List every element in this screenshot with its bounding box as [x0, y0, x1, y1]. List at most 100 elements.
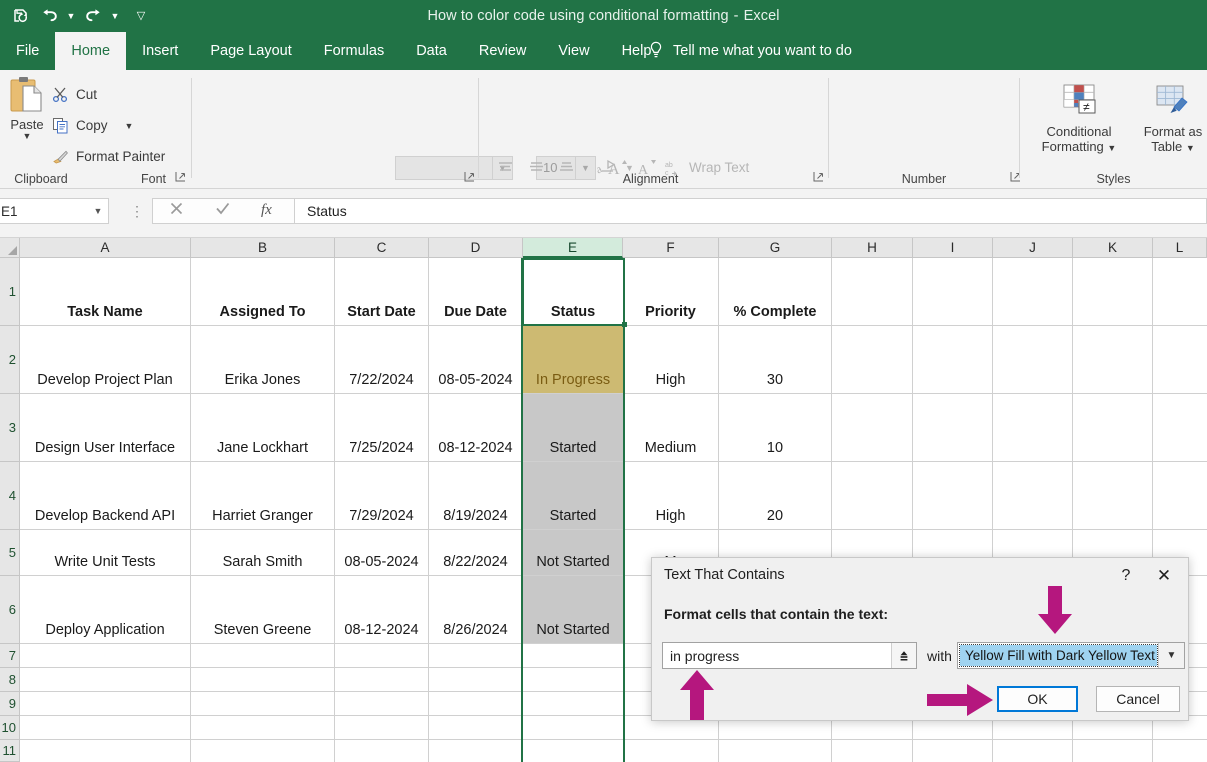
cell-f1[interactable]: Priority: [623, 258, 719, 326]
tab-review[interactable]: Review: [463, 32, 543, 70]
column-header-i[interactable]: I: [913, 238, 993, 258]
collapse-dialog-icon[interactable]: [891, 643, 916, 668]
row-header-10[interactable]: 10: [0, 716, 20, 740]
row-header-8[interactable]: 8: [0, 668, 20, 692]
cell-e5[interactable]: Not Started: [523, 530, 623, 576]
tab-page-layout[interactable]: Page Layout: [194, 32, 307, 70]
cell-d6[interactable]: 8/26/2024: [429, 576, 523, 644]
cell-g1[interactable]: % Complete: [719, 258, 832, 326]
cancel-button[interactable]: Cancel: [1096, 686, 1180, 712]
text-criteria-input[interactable]: in progress: [662, 642, 917, 669]
cell-c4[interactable]: 7/29/2024: [335, 462, 429, 530]
column-header-f[interactable]: F: [623, 238, 719, 258]
format-style-combobox[interactable]: Yellow Fill with Dark Yellow Text ▼: [957, 642, 1185, 669]
formula-bar-grip[interactable]: ⋮: [130, 203, 142, 219]
cell-d2[interactable]: 08-05-2024: [429, 326, 523, 394]
tab-insert[interactable]: Insert: [126, 32, 194, 70]
cell-a4[interactable]: Develop Backend API: [20, 462, 191, 530]
row-header-6[interactable]: 6: [0, 576, 20, 644]
paste-button[interactable]: Paste ▼: [4, 76, 50, 140]
cell-a5[interactable]: Write Unit Tests: [20, 530, 191, 576]
insert-function-icon[interactable]: fx: [260, 200, 280, 223]
cell-b2[interactable]: Erika Jones: [191, 326, 335, 394]
cell-e3[interactable]: Started: [523, 394, 623, 462]
cell-b3[interactable]: Jane Lockhart: [191, 394, 335, 462]
cell-d4[interactable]: 8/19/2024: [429, 462, 523, 530]
ok-button[interactable]: OK: [997, 686, 1078, 712]
cell-g3[interactable]: 10: [719, 394, 832, 462]
column-header-c[interactable]: C: [335, 238, 429, 258]
cell-e6[interactable]: Not Started: [523, 576, 623, 644]
cell-b6[interactable]: Steven Greene: [191, 576, 335, 644]
cell-c2[interactable]: 7/22/2024: [335, 326, 429, 394]
cut-button[interactable]: Cut: [52, 86, 97, 103]
cell-a1[interactable]: Task Name: [20, 258, 191, 326]
enter-icon[interactable]: [214, 200, 231, 222]
cell-e2[interactable]: In Progress: [523, 326, 623, 394]
cell-f3[interactable]: Medium: [623, 394, 719, 462]
format-as-table-chevron-down-icon[interactable]: ▼: [1186, 143, 1195, 153]
row-header-2[interactable]: 2: [0, 326, 20, 394]
cell-b4[interactable]: Harriet Granger: [191, 462, 335, 530]
cell-a2[interactable]: Develop Project Plan: [20, 326, 191, 394]
column-header-j[interactable]: J: [993, 238, 1073, 258]
cell-g4[interactable]: 20: [719, 462, 832, 530]
cell-f4[interactable]: High: [623, 462, 719, 530]
conditional-formatting-chevron-down-icon[interactable]: ▼: [1107, 143, 1116, 153]
column-header-e[interactable]: E: [523, 238, 623, 258]
cell-b1[interactable]: Assigned To: [191, 258, 335, 326]
cell-c6[interactable]: 08-12-2024: [335, 576, 429, 644]
select-all-corner[interactable]: [0, 238, 20, 258]
cell-c3[interactable]: 7/25/2024: [335, 394, 429, 462]
fill-handle[interactable]: [622, 322, 627, 327]
tab-file[interactable]: File: [0, 32, 55, 70]
column-header-h[interactable]: H: [832, 238, 913, 258]
copy-chevron-down-icon[interactable]: ▼: [125, 121, 134, 131]
name-box-chevron-down-icon[interactable]: ▼: [88, 206, 108, 216]
customize-qat-icon[interactable]: ▽: [134, 3, 148, 29]
column-header-l[interactable]: L: [1153, 238, 1207, 258]
cell-d3[interactable]: 08-12-2024: [429, 394, 523, 462]
tab-home[interactable]: Home: [55, 32, 126, 70]
cell-c5[interactable]: 08-05-2024: [335, 530, 429, 576]
conditional-formatting-button[interactable]: ≠ Conditional Formatting ▼: [1033, 80, 1125, 156]
cell-a6[interactable]: Deploy Application: [20, 576, 191, 644]
row-header-5[interactable]: 5: [0, 530, 20, 576]
save-icon[interactable]: [8, 3, 34, 29]
cancel-icon[interactable]: [168, 200, 185, 222]
cell-a3[interactable]: Design User Interface: [20, 394, 191, 462]
tab-data[interactable]: Data: [400, 32, 463, 70]
format-style-chevron-down-icon[interactable]: ▼: [1158, 643, 1184, 668]
row-header-9[interactable]: 9: [0, 692, 20, 716]
row-header-1[interactable]: 1: [0, 258, 20, 326]
tab-view[interactable]: View: [542, 32, 605, 70]
close-icon[interactable]: ✕: [1150, 564, 1178, 588]
cell-c1[interactable]: Start Date: [335, 258, 429, 326]
font-dialog-launcher-icon[interactable]: [464, 171, 477, 184]
column-header-d[interactable]: D: [429, 238, 523, 258]
redo-icon[interactable]: [80, 3, 106, 29]
cell-e4[interactable]: Started: [523, 462, 623, 530]
row-header-11[interactable]: 11: [0, 740, 20, 762]
column-header-b[interactable]: B: [191, 238, 335, 258]
formula-input[interactable]: Status: [295, 198, 1207, 224]
row-header-3[interactable]: 3: [0, 394, 20, 462]
alignment-dialog-launcher-icon[interactable]: [813, 171, 826, 184]
paste-chevron-down-icon[interactable]: ▼: [4, 132, 50, 140]
help-icon[interactable]: ?: [1114, 564, 1138, 588]
row-header-4[interactable]: 4: [0, 462, 20, 530]
undo-chevron-down-icon[interactable]: ▼: [64, 3, 78, 29]
cell-d5[interactable]: 8/22/2024: [429, 530, 523, 576]
tell-me-search[interactable]: Tell me what you want to do: [648, 32, 852, 70]
cell-b5[interactable]: Sarah Smith: [191, 530, 335, 576]
undo-icon[interactable]: [36, 3, 62, 29]
copy-button[interactable]: Copy ▼: [52, 117, 133, 134]
row-header-7[interactable]: 7: [0, 644, 20, 668]
cell-g2[interactable]: 30: [719, 326, 832, 394]
name-box[interactable]: E1 ▼: [0, 198, 109, 224]
column-header-k[interactable]: K: [1073, 238, 1153, 258]
cell-f2[interactable]: High: [623, 326, 719, 394]
redo-chevron-down-icon[interactable]: ▼: [108, 3, 122, 29]
tab-formulas[interactable]: Formulas: [308, 32, 400, 70]
cell-d1[interactable]: Due Date: [429, 258, 523, 326]
